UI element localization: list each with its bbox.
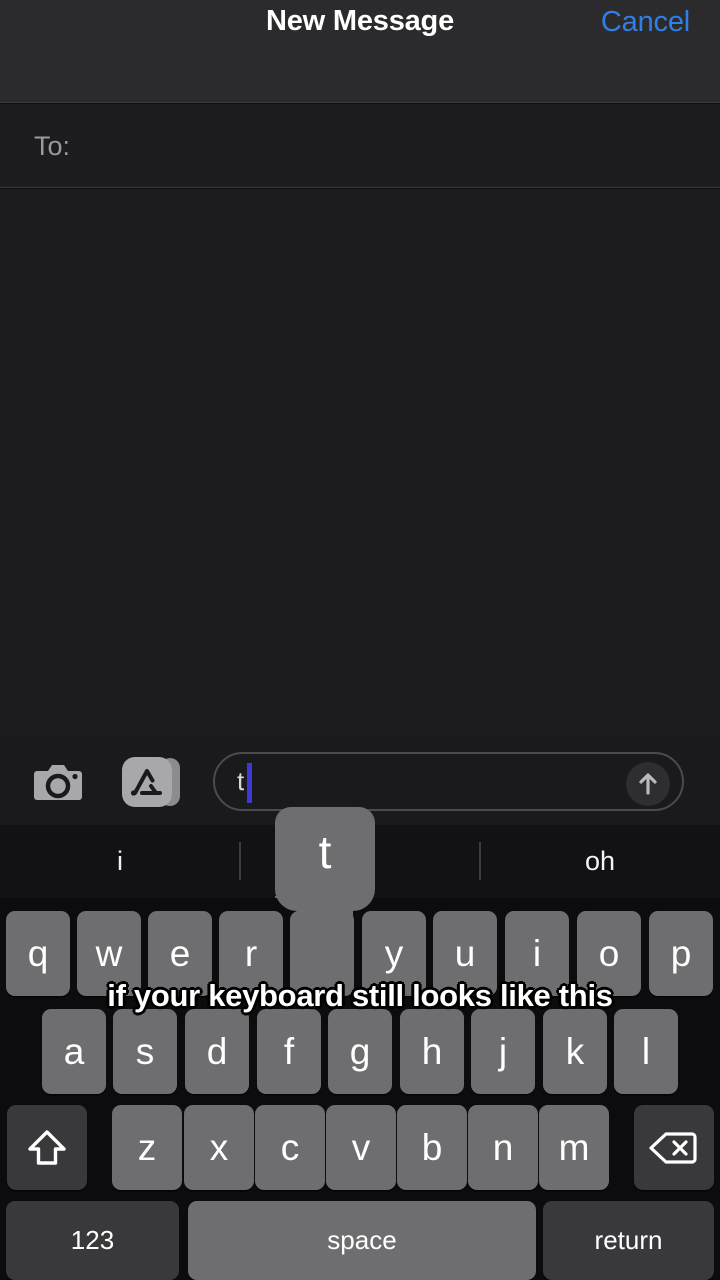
key-z[interactable]: z [112, 1105, 182, 1190]
on-screen-keyboard: q w e r t y u i o p a s d f g h j k l z … [0, 898, 720, 1280]
key-g[interactable]: g [328, 1009, 392, 1094]
key-h[interactable]: h [400, 1009, 464, 1094]
key-j[interactable]: j [471, 1009, 535, 1094]
recipient-row[interactable]: To: [0, 104, 720, 188]
app-store-icon[interactable] [122, 755, 184, 809]
numeric-key[interactable]: 123 [6, 1201, 179, 1280]
backspace-delete-icon [649, 1131, 697, 1164]
text-caret [247, 763, 252, 803]
messages-new-message-screen: New Message Cancel To: t i oh q w e r y … [0, 0, 720, 1280]
key-popup-label: t [318, 826, 332, 878]
key-c[interactable]: c [255, 1105, 325, 1190]
prediction-item-1[interactable]: i [0, 825, 240, 898]
cancel-button[interactable]: Cancel [601, 6, 690, 39]
conversation-area [0, 189, 720, 740]
key-press-popup: t [275, 807, 375, 911]
navigation-bar: New Message Cancel [0, 0, 720, 103]
delete-key[interactable] [634, 1105, 714, 1190]
key-x[interactable]: x [184, 1105, 254, 1190]
key-n[interactable]: n [468, 1105, 538, 1190]
to-label: To: [34, 131, 71, 161]
message-text-value: t [237, 766, 245, 796]
key-b[interactable]: b [397, 1105, 467, 1190]
caption-overlay: if your keyboard still looks like this [107, 978, 613, 1013]
key-l[interactable]: l [614, 1009, 678, 1094]
key-v[interactable]: v [326, 1105, 396, 1190]
key-f[interactable]: f [257, 1009, 321, 1094]
message-text-field[interactable]: t [213, 752, 684, 811]
key-s[interactable]: s [113, 1009, 177, 1094]
key-k[interactable]: k [543, 1009, 607, 1094]
shift-arrow-up-icon [28, 1129, 66, 1165]
camera-icon[interactable] [33, 757, 83, 807]
prediction-item-3[interactable]: oh [480, 825, 720, 898]
recipient-input[interactable] [90, 128, 690, 164]
key-d[interactable]: d [185, 1009, 249, 1094]
key-a[interactable]: a [42, 1009, 106, 1094]
key-m[interactable]: m [539, 1105, 609, 1190]
shift-key[interactable] [7, 1105, 87, 1190]
space-key[interactable]: space [188, 1201, 536, 1280]
return-key[interactable]: return [543, 1201, 714, 1280]
send-button[interactable] [626, 762, 670, 806]
